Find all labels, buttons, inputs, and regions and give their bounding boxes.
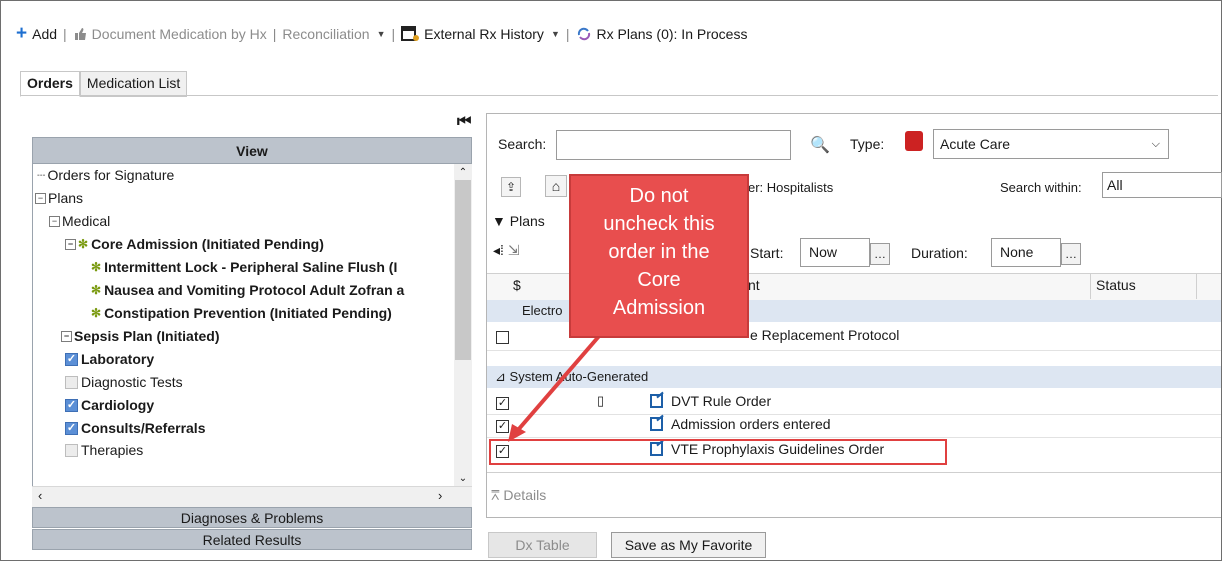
- annotation-callout: Do not uncheck this order in the Core Ad…: [569, 174, 749, 338]
